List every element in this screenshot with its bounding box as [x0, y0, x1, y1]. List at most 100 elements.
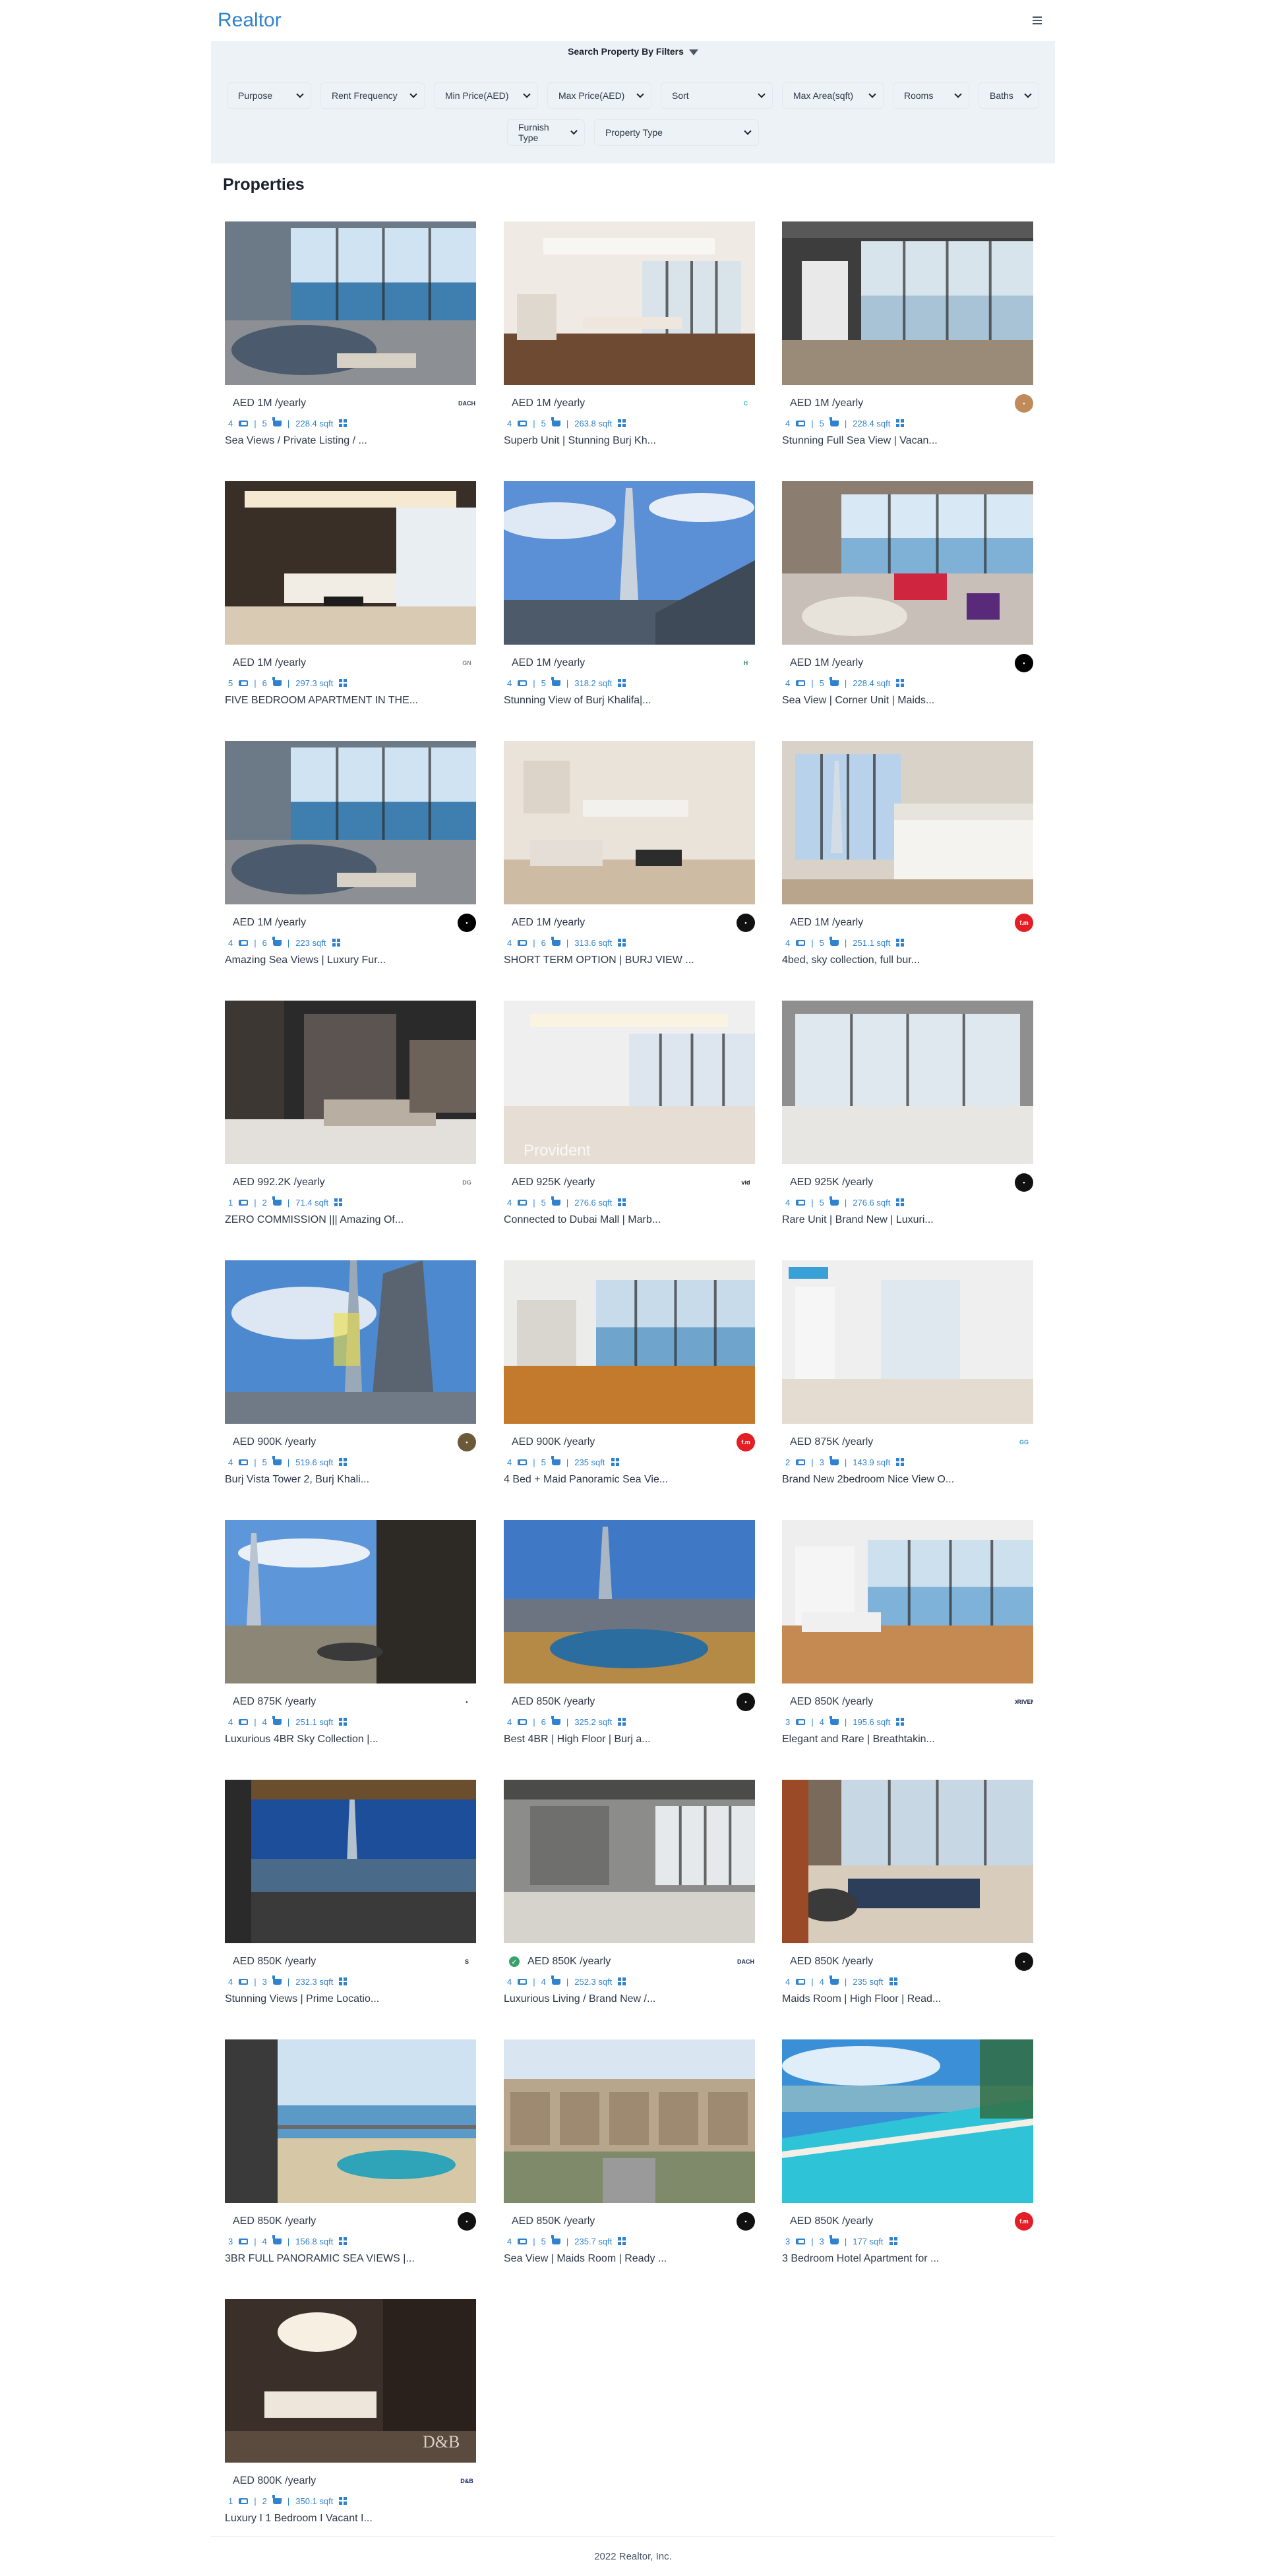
- property-card[interactable]: AED 850K /yearly • 4 | 4 | 235 sqft Maids Room …: [780, 1780, 1033, 2010]
- property-title[interactable]: Burj Vista Tower 2, Burj Khali...: [225, 1474, 476, 1486]
- property-photo[interactable]: [504, 1520, 755, 1683]
- property-photo[interactable]: [225, 1780, 476, 1943]
- brand-logo[interactable]: Realtor: [218, 9, 282, 32]
- property-photo[interactable]: [225, 221, 476, 385]
- property-card[interactable]: AED 850K /yearly DRIVEN 3 | 4 | 195.6 sqft Eleg…: [780, 1520, 1033, 1751]
- property-photo[interactable]: [225, 1001, 476, 1164]
- property-title[interactable]: Brand New 2bedroom Nice View O...: [782, 1474, 1033, 1486]
- property-card[interactable]: AED 1M /yearly f.m 4 | 5 | 251.1 sqft 4bed, sky…: [780, 741, 1033, 972]
- property-title[interactable]: ZERO COMMISSION ||| Amazing Of...: [225, 1214, 476, 1226]
- property-title[interactable]: Connected to Dubai Mall | Marb...: [504, 1214, 755, 1226]
- property-photo[interactable]: D&B: [225, 2299, 476, 2463]
- property-title[interactable]: Maids Room | High Floor | Read...: [782, 1993, 1033, 2005]
- bed-icon: [239, 420, 249, 426]
- property-card[interactable]: AED 875K /yearly • 4 | 4 | 251.1 sqft Luxurious…: [223, 1520, 476, 1751]
- price-row: AED 850K /yearly DRIVEN: [782, 1693, 1033, 1711]
- property-title[interactable]: 3BR FULL PANORAMIC SEA VIEWS |...: [225, 2253, 476, 2265]
- property-photo[interactable]: [225, 1260, 476, 1424]
- property-title[interactable]: Stunning View of Burj Khalifa|...: [504, 695, 755, 707]
- property-photo[interactable]: [504, 1260, 755, 1424]
- property-title[interactable]: FIVE BEDROOM APARTMENT IN THE...: [225, 695, 476, 707]
- property-specs: 4 | 6 | 325.2 sqft: [504, 1715, 626, 1728]
- property-title[interactable]: 4 Bed + Maid Panoramic Sea Vie...: [504, 1474, 755, 1486]
- property-title[interactable]: SHORT TERM OPTION | BURJ VIEW ...: [504, 954, 755, 966]
- agency-logo: •: [458, 1433, 476, 1451]
- property-title[interactable]: Elegant and Rare | Breathtakin...: [782, 1734, 1033, 1745]
- property-card[interactable]: AED 1M /yearly • 4 | 5 | 228.4 sqft Sea View | …: [780, 481, 1033, 712]
- property-photo[interactable]: [225, 741, 476, 904]
- property-card[interactable]: AED 850K /yearly • 3 | 4 | 156.8 sqft 3BR FULL …: [223, 2039, 476, 2270]
- separator: |: [533, 678, 535, 688]
- property-photo[interactable]: [504, 2039, 755, 2203]
- property-photo[interactable]: [782, 1520, 1033, 1683]
- separator: |: [533, 1197, 535, 1208]
- property-title[interactable]: Luxurious 4BR Sky Collection |...: [225, 1734, 476, 1745]
- property-card[interactable]: AED 992.2K /yearly DG 1 | 2 | 71.4 sqft ZERO CO…: [223, 1001, 476, 1231]
- filter-select-row14[interactable]: Sort: [661, 82, 773, 109]
- property-photo[interactable]: [782, 1001, 1033, 1164]
- property-specs: 4 | 5 | 276.6 sqft: [504, 1196, 626, 1209]
- hamburger-icon[interactable]: [1026, 9, 1048, 32]
- property-photo[interactable]: [225, 2039, 476, 2203]
- property-photo[interactable]: [504, 221, 755, 385]
- property-card[interactable]: AED 1M /yearly DACH 4 | 5 | 228.4 sqft Sea View…: [223, 221, 476, 452]
- property-card[interactable]: D&B AED 800K /yearly D&B 1 | 2 | 350.1 sqft Luxu…: [223, 2299, 476, 2530]
- property-card[interactable]: AED 1M /yearly C 4 | 5 | 263.8 sqft Superb Unit…: [502, 221, 755, 452]
- agency-logo: •: [1015, 1173, 1033, 1192]
- property-title[interactable]: 4bed, sky collection, full bur...: [782, 954, 1033, 966]
- filter-select-row17[interactable]: Baths: [979, 82, 1039, 109]
- property-card[interactable]: AED 850K /yearly • 4 | 5 | 235.7 sqft Sea View …: [502, 2039, 755, 2270]
- property-card[interactable]: AED 850K /yearly S 4 | 3 | 232.3 sqft Stunning …: [223, 1780, 476, 2010]
- property-photo[interactable]: [504, 741, 755, 904]
- property-title[interactable]: Rare Unit | Brand New | Luxuri...: [782, 1214, 1033, 1226]
- property-card[interactable]: AED 1M /yearly GN 5 | 6 | 297.3 sqft FIVE BEDRO…: [223, 481, 476, 712]
- property-card[interactable]: ✓ AED 850K /yearly DACH 4 | 4 | 252.3 sqft Luxur…: [502, 1780, 755, 2010]
- filter-select-row16[interactable]: Rooms: [893, 82, 969, 109]
- property-title[interactable]: Luxury I 1 Bedroom I Vacant I...: [225, 2513, 476, 2525]
- property-card[interactable]: Provident AED 925K /yearly vid 4 | 5 | 276.6 sq…: [502, 1001, 755, 1231]
- property-title[interactable]: Best 4BR | High Floor | Burj a...: [504, 1734, 755, 1745]
- filter-select-row11[interactable]: Rent Frequency: [320, 82, 425, 109]
- property-card[interactable]: AED 900K /yearly • 4 | 5 | 519.6 sqft Burj Vist…: [223, 1260, 476, 1491]
- property-photo[interactable]: [504, 481, 755, 645]
- property-photo[interactable]: [782, 2039, 1033, 2203]
- property-photo[interactable]: [782, 221, 1033, 385]
- filter-select-row13[interactable]: Max Price(AED): [547, 82, 651, 109]
- filters-toggle[interactable]: Search Property By Filters: [211, 46, 1055, 57]
- property-photo[interactable]: [782, 1780, 1033, 1943]
- property-card[interactable]: AED 850K /yearly • 4 | 6 | 325.2 sqft Best 4BR …: [502, 1520, 755, 1751]
- property-card[interactable]: AED 1M /yearly • 4 | 5 | 228.4 sqft Stunning Fu…: [780, 221, 1033, 452]
- property-title[interactable]: Sea View | Maids Room | Ready ...: [504, 2253, 755, 2265]
- property-card[interactable]: AED 1M /yearly • 4 | 6 | 223 sqft Amazing Sea V…: [223, 741, 476, 972]
- property-card[interactable]: AED 1M /yearly • 4 | 6 | 313.6 sqft SHORT TERM …: [502, 741, 755, 972]
- property-photo[interactable]: [225, 1520, 476, 1683]
- property-title[interactable]: 3 Bedroom Hotel Apartment for ...: [782, 2253, 1033, 2265]
- property-photo[interactable]: [225, 481, 476, 645]
- filter-select-row20[interactable]: Furnish Type: [507, 119, 585, 146]
- property-title[interactable]: Luxurious Living / Brand New /...: [504, 1993, 755, 2005]
- property-card[interactable]: AED 1M /yearly H 4 | 5 | 318.2 sqft Stunning Vi…: [502, 481, 755, 712]
- property-title[interactable]: Stunning Views | Prime Locatio...: [225, 1993, 476, 2005]
- property-card[interactable]: AED 850K /yearly f.m 3 | 3 | 177 sqft 3 Bedroom…: [780, 2039, 1033, 2270]
- filter-select-row15[interactable]: Max Area(sqft): [782, 82, 884, 109]
- property-title[interactable]: Sea View | Corner Unit | Maids...: [782, 695, 1033, 707]
- separator: |: [287, 2496, 290, 2506]
- property-title[interactable]: Superb Unit | Stunning Burj Kh...: [504, 435, 755, 447]
- property-photo[interactable]: [504, 1780, 755, 1943]
- filter-select-row21[interactable]: Property Type: [594, 119, 759, 146]
- agency-logo: DACH: [458, 394, 476, 413]
- property-photo[interactable]: [782, 481, 1033, 645]
- area-grid-icon: [896, 1718, 905, 1726]
- property-card[interactable]: AED 925K /yearly • 4 | 5 | 276.6 sqft Rare Unit…: [780, 1001, 1033, 1231]
- footer-text: 2022 Realtor, Inc.: [594, 2551, 672, 2562]
- property-photo[interactable]: [782, 741, 1033, 904]
- filter-select-row10[interactable]: Purpose: [227, 82, 311, 109]
- property-card[interactable]: AED 875K /yearly GG 2 | 3 | 143.9 sqft Brand Ne…: [780, 1260, 1033, 1491]
- property-card[interactable]: AED 900K /yearly f.m 4 | 5 | 235 sqft 4 Bed + M…: [502, 1260, 755, 1491]
- property-title[interactable]: Stunning Full Sea View | Vacan...: [782, 435, 1033, 447]
- property-title[interactable]: Amazing Sea Views | Luxury Fur...: [225, 954, 476, 966]
- filter-select-row12[interactable]: Min Price(AED): [434, 82, 538, 109]
- property-photo[interactable]: Provident: [504, 1001, 755, 1164]
- property-title[interactable]: Sea Views / Private Listing / ...: [225, 435, 476, 447]
- property-photo[interactable]: [782, 1260, 1033, 1424]
